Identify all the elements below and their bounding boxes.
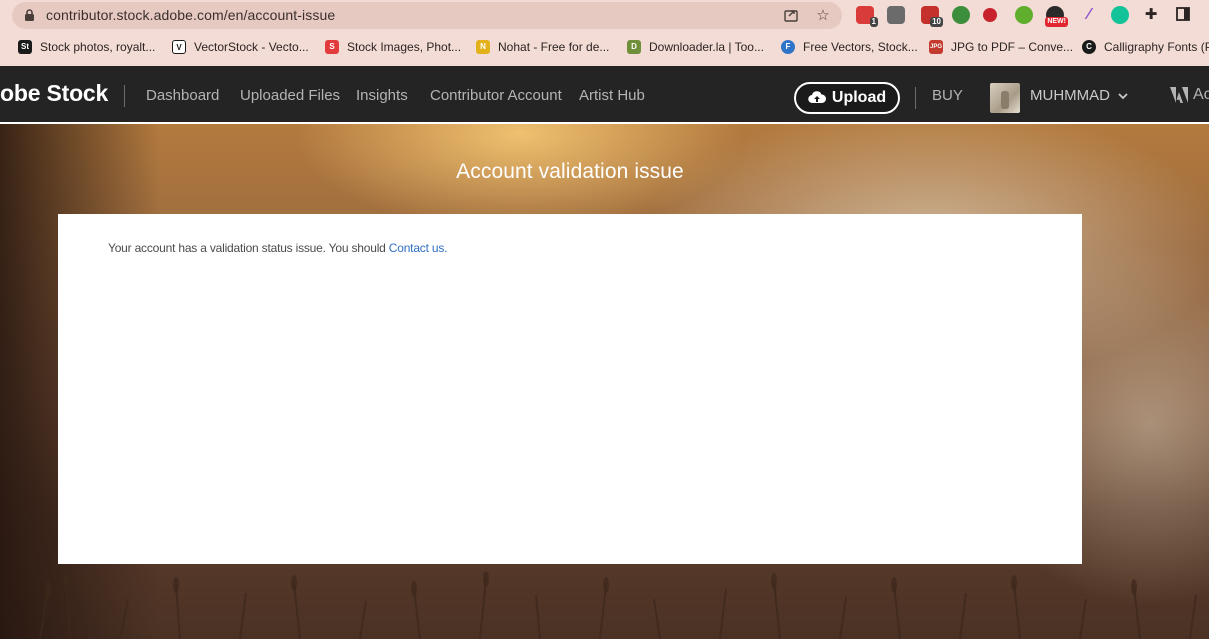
pinterest-extension-icon[interactable] <box>983 8 997 22</box>
bookmark-label: Downloader.la | Too... <box>649 40 764 54</box>
feather-extension-icon[interactable]: ⁄ <box>1080 6 1098 24</box>
chevron-down-icon[interactable] <box>1117 91 1129 101</box>
jpg-to-pdf-icon: JPG <box>929 40 943 54</box>
nav-divider <box>124 85 125 107</box>
bookmark-item[interactable]: F Free Vectors, Stock... <box>781 38 918 56</box>
bookmark-item[interactable]: D Downloader.la | Too... <box>627 38 764 56</box>
bookmark-label: Nohat - Free for de... <box>498 40 610 54</box>
contact-us-link[interactable]: Contact us. <box>389 241 448 255</box>
upload-label: Upload <box>831 89 887 106</box>
message-card: Your account has a validation status iss… <box>58 214 1082 564</box>
bookmark-label: JPG to PDF – Conve... <box>951 40 1074 54</box>
nav-divider <box>915 87 916 109</box>
stock-images-icon: S <box>325 40 339 54</box>
nav-dashboard[interactable]: Dashboard <box>146 87 219 104</box>
bookmark-item[interactable]: V VectorStock - Vecto... <box>172 38 309 56</box>
star-icon[interactable]: ☆ <box>814 7 832 25</box>
bookmark-item[interactable]: JPG JPG to PDF – Conve... <box>929 38 1073 56</box>
bookmark-label: VectorStock - Vecto... <box>194 40 309 54</box>
url-text[interactable]: contributor.stock.adobe.com/en/account-i… <box>46 7 335 23</box>
vectorstock-icon: V <box>172 40 186 54</box>
nav-insights[interactable]: Insights <box>356 87 408 104</box>
nohat-icon: N <box>476 40 490 54</box>
adobe-logo-icon[interactable] <box>1170 87 1188 103</box>
bookmark-item[interactable]: N Nohat - Free for de... <box>476 38 609 56</box>
buy-link[interactable]: BUY <box>932 87 963 104</box>
brand-logo[interactable]: obe Stock <box>0 80 108 107</box>
bookmark-label: Stock photos, royalt... <box>40 40 156 54</box>
lock-icon <box>25 9 34 21</box>
puzzle-icon[interactable]: ✚ <box>1142 6 1160 24</box>
cloud-upload-icon <box>808 91 826 104</box>
grammarly-extension-icon[interactable] <box>1111 6 1129 24</box>
bookmarks-bar: St Stock photos, royalt... V VectorStock… <box>0 34 1209 60</box>
side-panel-icon[interactable] <box>1174 6 1192 24</box>
new-extension-icon[interactable]: NEW! <box>1045 6 1068 27</box>
tube-extension-icon[interactable] <box>887 6 905 24</box>
downloader-icon: D <box>627 40 641 54</box>
bookmark-label: Calligraphy Fonts (P <box>1104 40 1209 54</box>
nav-contributor-account[interactable]: Contributor Account <box>430 87 562 104</box>
abp-extension-icon[interactable]: 10 <box>921 6 943 27</box>
abbyy-extension-icon[interactable]: 1 <box>856 6 878 27</box>
extension-toolbar: 1 10 NEW! ⁄ ✚ <box>854 4 1209 28</box>
top-navigation: obe Stock Dashboard Uploaded Files Insig… <box>0 66 1209 124</box>
bookmark-item[interactable]: S Stock Images, Phot... <box>325 38 461 56</box>
username[interactable]: MUHMMAD <box>1030 87 1110 104</box>
adobe-stock-icon: St <box>18 40 32 54</box>
bookmark-item[interactable]: C Calligraphy Fonts (P <box>1082 38 1209 56</box>
nav-artist-hub[interactable]: Artist Hub <box>579 87 645 104</box>
globe-extension-icon[interactable] <box>952 6 970 24</box>
address-bar[interactable]: contributor.stock.adobe.com/en/account-i… <box>12 2 842 29</box>
bookmark-item[interactable]: St Stock photos, royalt... <box>18 38 155 56</box>
page-title: Account validation issue <box>456 160 684 183</box>
avatar[interactable] <box>990 83 1020 113</box>
adobe-label[interactable]: Ac <box>1193 86 1209 104</box>
browser-chrome: contributor.stock.adobe.com/en/account-i… <box>0 0 1209 66</box>
free-vectors-icon: F <box>781 40 795 54</box>
bulb-extension-icon[interactable] <box>1015 6 1033 24</box>
bookmark-label: Stock Images, Phot... <box>347 40 462 54</box>
upload-button[interactable]: Upload <box>794 82 900 114</box>
bookmark-label: Free Vectors, Stock... <box>803 40 918 54</box>
share-icon[interactable] <box>782 7 800 25</box>
message-text: Your account has a validation status iss… <box>108 241 389 255</box>
validation-message: Your account has a validation status iss… <box>108 241 447 255</box>
nav-uploaded-files[interactable]: Uploaded Files <box>240 87 340 104</box>
calligraphy-icon: C <box>1082 40 1096 54</box>
